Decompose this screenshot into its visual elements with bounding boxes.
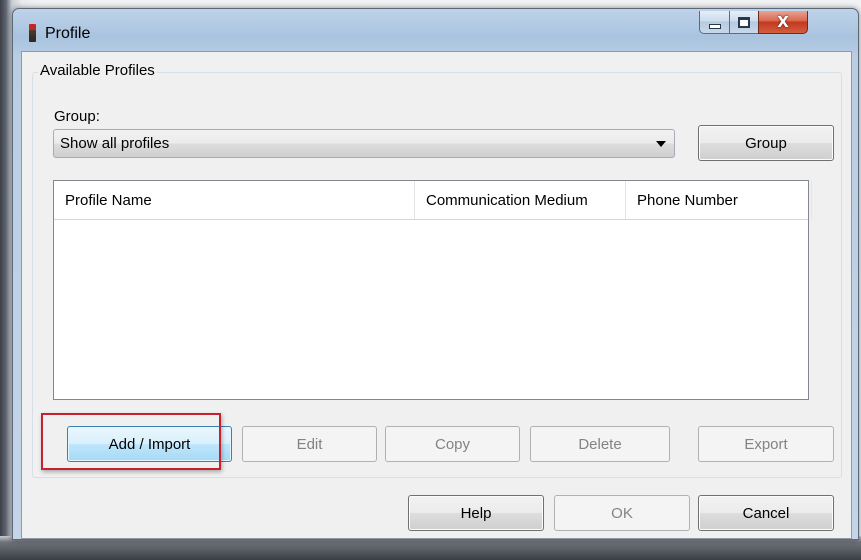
group-label: Group: [54,108,100,125]
delete-button[interactable]: Delete [530,426,670,462]
profiles-list[interactable]: Profile Name Communication Medium Phone … [53,180,812,400]
window-title: Profile [45,25,91,42]
copy-button[interactable]: Copy [385,426,520,462]
minimize-button[interactable] [699,11,730,34]
export-button[interactable]: Export [698,426,834,462]
cancel-button[interactable]: Cancel [698,495,834,531]
close-icon: X [777,12,789,31]
group-dropdown[interactable]: Show all profiles [53,129,675,158]
close-button[interactable]: X [758,11,808,34]
groupbox-title: Available Profiles [38,62,157,79]
title-bar[interactable]: Profile X [13,9,858,49]
maximize-button[interactable] [729,11,759,34]
minimize-icon [708,23,721,29]
column-communication-medium[interactable]: Communication Medium [415,181,626,219]
column-profile-name[interactable]: Profile Name [54,181,415,219]
help-button[interactable]: Help [408,495,544,531]
edit-button[interactable]: Edit [242,426,377,462]
chevron-down-icon [656,141,666,147]
maximize-icon [738,16,750,28]
app-icon [29,24,36,42]
highlight-box [41,413,221,470]
group-button[interactable]: Group [698,125,834,161]
group-dropdown-value: Show all profiles [60,135,170,152]
ok-button[interactable]: OK [554,495,690,531]
profiles-list-header: Profile Name Communication Medium Phone … [54,181,812,220]
column-phone-number[interactable]: Phone Number [626,181,812,219]
